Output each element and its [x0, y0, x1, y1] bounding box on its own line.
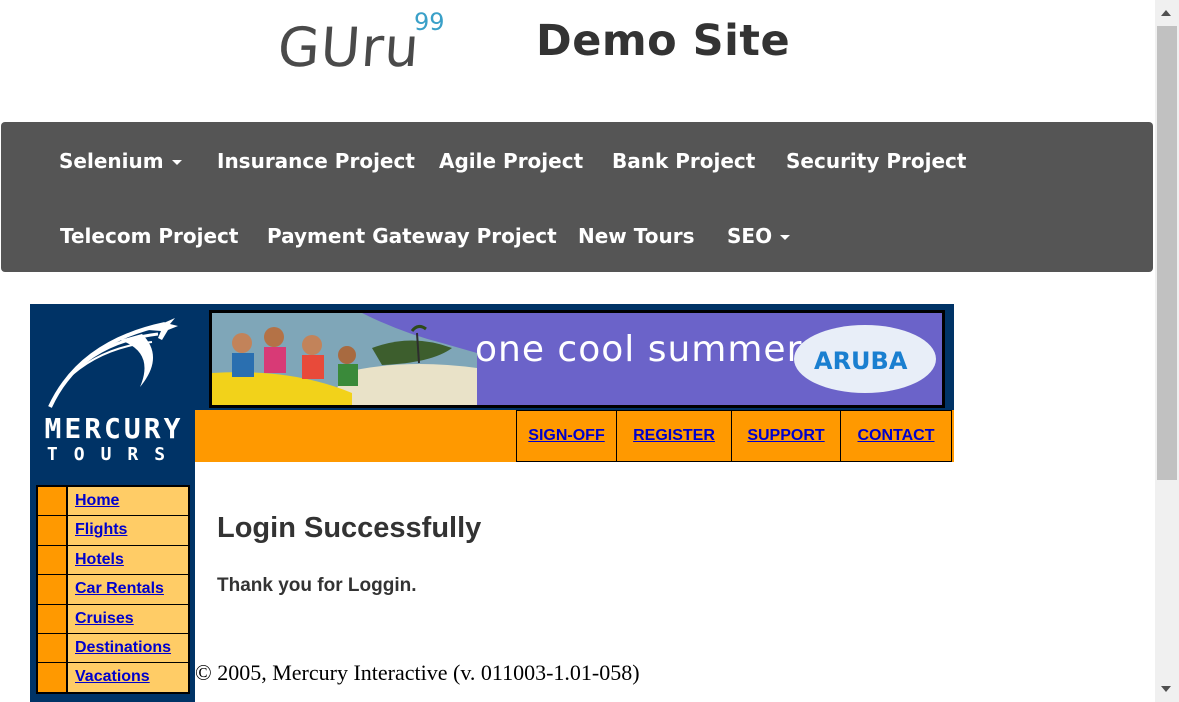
register-link[interactable]: REGISTER — [616, 410, 732, 462]
mercury-logo-text: MERCURY — [44, 412, 184, 445]
guru99-logo[interactable]: GUru 99 — [275, 8, 458, 80]
caret-down-icon — [171, 160, 182, 165]
vertical-scrollbar[interactable] — [1155, 0, 1179, 702]
sidebar-link[interactable]: Hotels — [68, 546, 124, 574]
sidebar-link[interactable]: Cruises — [68, 605, 134, 633]
contact-link[interactable]: CONTACT — [840, 410, 952, 462]
logo-text: GUru — [275, 16, 422, 79]
scrollbar-thumb[interactable] — [1157, 26, 1177, 480]
nav-item-telecom-project[interactable]: Telecom Project — [60, 224, 238, 248]
nav-item-selenium[interactable]: Selenium — [59, 149, 182, 173]
page-title: Demo Site — [536, 16, 791, 66]
sign-off-link[interactable]: SIGN-OFF — [516, 410, 617, 462]
support-link[interactable]: SUPPORT — [731, 410, 841, 462]
sidebar-item-home[interactable]: Home — [38, 487, 188, 517]
aruba-logo: ARUBA — [794, 325, 936, 393]
login-heading: Login Successfully — [217, 512, 482, 544]
nav-item-seo[interactable]: SEO — [727, 224, 791, 248]
mercury-sidebar: Home Flights Hotels Car Rentals Cruises … — [36, 485, 190, 694]
sidebar-item-vacations[interactable]: Vacations — [38, 663, 188, 692]
logo-superscript: 99 — [414, 8, 445, 36]
sidebar-link[interactable]: Vacations — [68, 663, 150, 691]
top-links-bar: SIGN-OFF REGISTER SUPPORT CONTACT — [195, 410, 954, 462]
nav-item-insurance-project[interactable]: Insurance Project — [217, 149, 415, 173]
sidebar-link[interactable]: Home — [68, 487, 119, 515]
nav-item-agile-project[interactable]: Agile Project — [439, 149, 583, 173]
nav-item-bank-project[interactable]: Bank Project — [612, 149, 755, 173]
banner-area: one cool summer ARUBA — [195, 304, 954, 410]
sidebar-link[interactable]: Destinations — [68, 634, 171, 662]
copyright-text: © 2005, Mercury Interactive (v. 011003-1… — [195, 660, 640, 685]
main-navbar: Selenium Insurance Project Agile Project… — [1, 122, 1153, 272]
scroll-up-arrow-icon[interactable] — [1161, 10, 1171, 16]
login-message: Thank you for Loggin. — [217, 575, 417, 596]
scroll-down-arrow-icon[interactable] — [1161, 686, 1171, 692]
nav-item-label: Selenium — [59, 149, 164, 173]
sidebar-item-hotels[interactable]: Hotels — [38, 545, 188, 576]
sidebar-item-flights[interactable]: Flights — [38, 516, 188, 546]
nav-item-new-tours[interactable]: New Tours — [578, 224, 694, 248]
banner-slogan: one cool summer — [475, 329, 803, 370]
tours-logo-text: TOURS — [46, 444, 182, 465]
nav-item-security-project[interactable]: Security Project — [786, 149, 966, 173]
nav-item-label: SEO — [727, 224, 773, 248]
sidebar-item-cruises[interactable]: Cruises — [38, 604, 188, 634]
aruba-logo-text: ARUBA — [814, 347, 908, 375]
mercury-tours-frame: MERCURY TOURS Home Flights Hotels Car Re… — [30, 304, 954, 702]
aruba-banner[interactable]: one cool summer ARUBA — [209, 310, 945, 408]
nav-item-payment-gateway-project[interactable]: Payment Gateway Project — [267, 224, 557, 248]
sidebar-item-destinations[interactable]: Destinations — [38, 633, 188, 664]
sidebar-link[interactable]: Car Rentals — [68, 575, 164, 603]
mercury-plane-logo-icon — [48, 318, 178, 408]
sidebar-item-car-rentals[interactable]: Car Rentals — [38, 575, 188, 605]
mercury-left-column: MERCURY TOURS Home Flights Hotels Car Re… — [30, 304, 195, 702]
beach-photo-image — [212, 313, 477, 405]
caret-down-icon — [780, 235, 791, 240]
sidebar-link[interactable]: Flights — [68, 516, 127, 544]
